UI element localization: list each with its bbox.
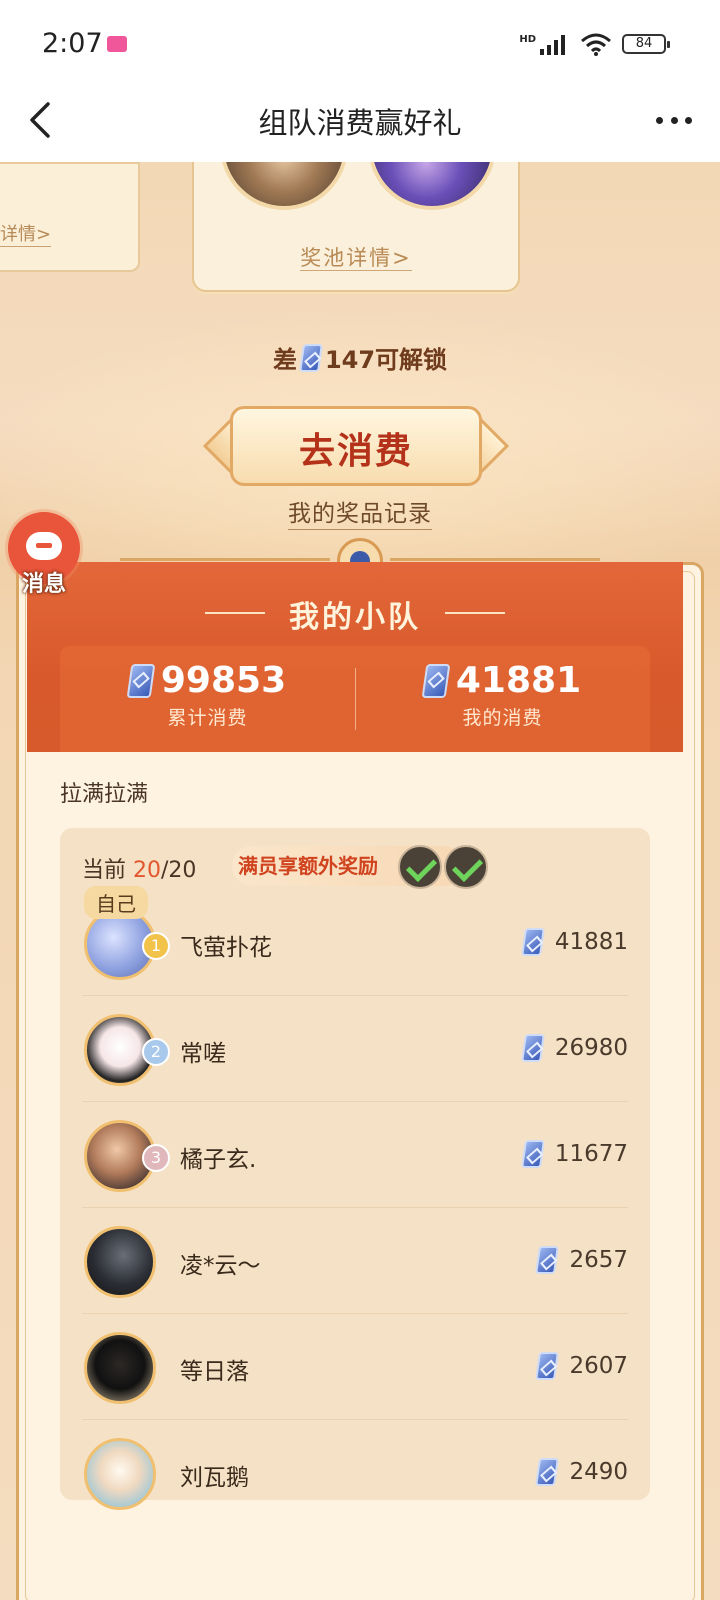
go-spend-button[interactable]: 去消费: [202, 406, 510, 486]
member-count: 当前 20/20: [82, 858, 197, 883]
coin-icon: [535, 1246, 560, 1274]
bonus-unlocked-icon[interactable]: [398, 845, 442, 889]
member-amount: 26980: [520, 1034, 628, 1062]
rank-badge: 2: [142, 1038, 170, 1066]
my-spend-label: 我的消费: [462, 707, 543, 729]
unlock-suffix: 147可解锁: [324, 346, 448, 374]
self-tag: 自己: [84, 886, 148, 919]
coin-icon: [520, 1140, 545, 1168]
member-avatar: [84, 1438, 156, 1510]
member-avatar: [84, 1226, 156, 1298]
member-name: 刘瓦鹅: [180, 1465, 249, 1491]
my-spend-stat: 41881 我的消费: [355, 660, 650, 730]
wifi-icon: [581, 33, 611, 56]
team-header: 我的小队 99853 累计消费 41881 我的消费: [27, 562, 683, 752]
my-spend-value: 41881: [455, 660, 582, 701]
member-amount: 2607: [535, 1352, 628, 1380]
status-time: 2:07: [42, 28, 103, 59]
prev-prize-detail-link[interactable]: 详情>: [0, 220, 52, 247]
message-button[interactable]: 消息: [8, 512, 80, 602]
prize-pool-detail-link[interactable]: 奖池详情>: [194, 242, 518, 272]
coin-icon: [535, 1458, 560, 1486]
member-row[interactable]: 等日落 2607: [82, 1314, 628, 1420]
coin-icon: [126, 663, 156, 698]
member-name: 等日落: [180, 1359, 249, 1385]
network-type: HD: [519, 33, 536, 45]
status-bar: 2:07 HD 84: [0, 0, 720, 80]
total-spend-label: 累计消费: [167, 707, 248, 729]
prev-prize-card[interactable]: 详情>: [0, 162, 140, 272]
prize-skin-avatar: [368, 162, 496, 210]
member-row[interactable]: 自己 1 飞萤扑花 41881: [82, 886, 628, 996]
frame-decoration: [120, 558, 330, 561]
rank-badge: 3: [142, 1144, 170, 1172]
signal-icon: [540, 35, 565, 55]
member-row[interactable]: 凌*云～ 2657: [82, 1208, 628, 1314]
member-row[interactable]: 刘瓦鹅 2490: [82, 1420, 628, 1510]
member-amount: 2490: [535, 1458, 628, 1486]
coin-icon: [520, 1034, 545, 1062]
member-count-current: 20: [133, 858, 162, 883]
member-amount: 11677: [520, 1140, 628, 1168]
coin-icon: [298, 343, 323, 372]
app-notification-icon: [107, 36, 127, 52]
go-spend-label: 去消费: [298, 430, 413, 472]
prize-hero-avatar: [220, 162, 348, 210]
status-icons: HD 84: [519, 32, 670, 56]
more-options-button[interactable]: [652, 102, 696, 138]
nav-bar: 组队消费赢好礼: [0, 80, 720, 162]
event-scene: 详情> 奖池详情> 差 147可解锁 去消费 我的奖品记录 我的小队 99853…: [0, 162, 720, 1600]
page-title: 组队消费赢好礼: [258, 106, 462, 140]
team-title: 我的小队: [289, 600, 421, 635]
member-list: 当前 20/20 满员享额外奖励 自己 1 飞萤扑花 41881 2 常嗟 26…: [60, 828, 650, 1510]
chat-bubble-icon: [26, 532, 62, 560]
coin-icon: [535, 1352, 560, 1380]
unlock-prefix: 差: [272, 346, 297, 374]
member-amount: 41881: [520, 928, 628, 956]
title-decoration: [445, 612, 505, 614]
battery-icon: 84: [622, 34, 670, 54]
bonus-unlocked-icon[interactable]: [444, 845, 488, 889]
unlock-requirement: 差 147可解锁: [0, 340, 720, 375]
member-name: 常嗟: [180, 1041, 226, 1067]
member-name: 凌*云～: [180, 1253, 261, 1279]
member-count-total: /20: [161, 858, 197, 883]
prize-pool-card: 奖池详情>: [192, 162, 520, 292]
member-name: 飞萤扑花: [180, 935, 272, 961]
dot-icon: [656, 116, 663, 124]
member-name: 橘子玄.: [180, 1147, 257, 1173]
prize-record-link[interactable]: 我的奖品记录: [0, 494, 720, 530]
member-amount: 2657: [535, 1246, 628, 1274]
member-row[interactable]: 3 橘子玄. 11677: [82, 1102, 628, 1208]
dot-icon: [670, 116, 678, 124]
total-spend-value: 99853: [160, 660, 287, 701]
coin-icon: [421, 663, 451, 698]
frame-decoration: [390, 558, 600, 561]
member-row[interactable]: 2 常嗟 26980: [82, 996, 628, 1102]
team-name: 拉满拉满: [60, 782, 149, 807]
message-label: 消息: [21, 572, 66, 597]
member-avatar: [84, 1332, 156, 1404]
dot-icon: [685, 116, 692, 124]
total-spend-stat: 99853 累计消费: [60, 660, 355, 730]
coin-icon: [520, 928, 545, 956]
team-stats: 99853 累计消费 41881 我的消费: [60, 646, 650, 752]
rank-badge: 1: [142, 932, 170, 960]
